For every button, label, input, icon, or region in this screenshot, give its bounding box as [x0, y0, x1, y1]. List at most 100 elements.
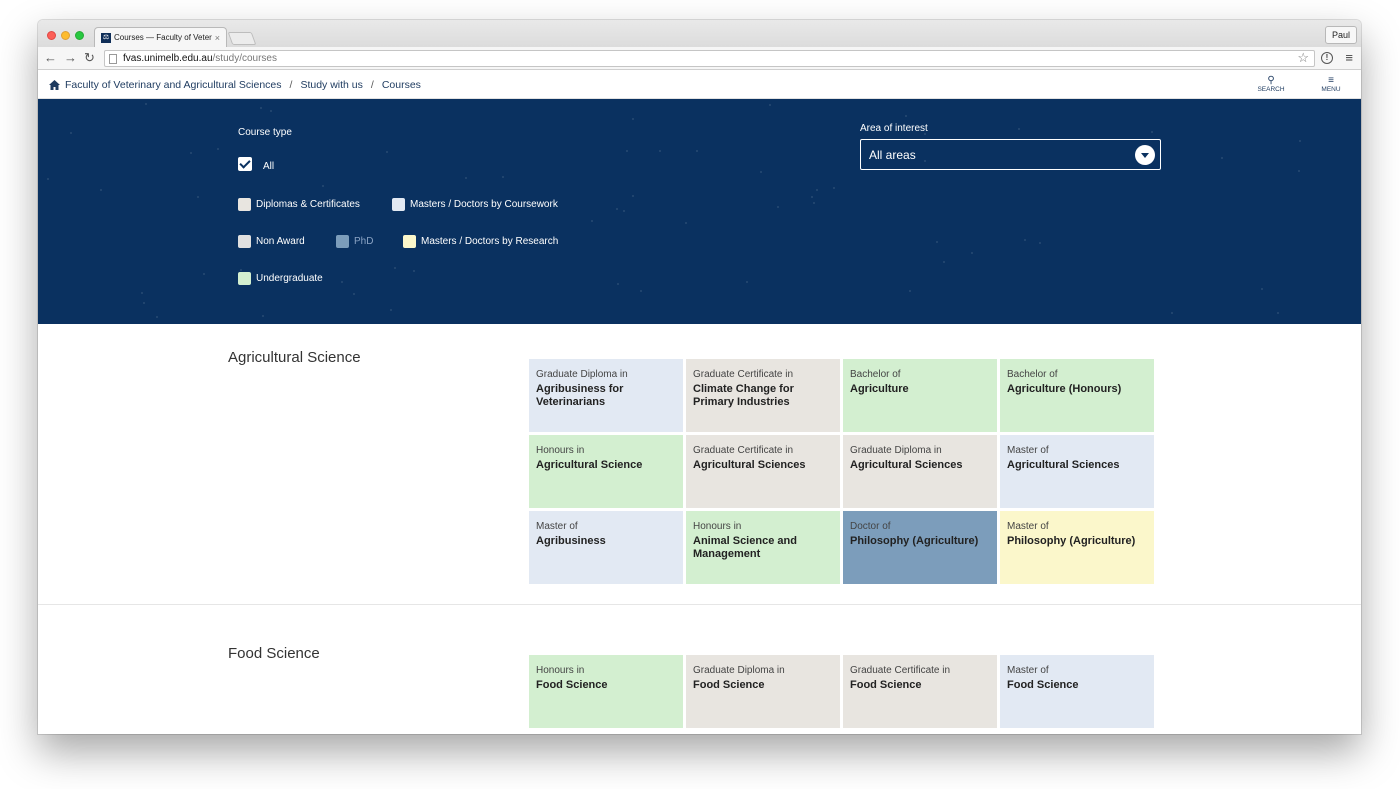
course-card[interactable]: Honours in Agricultural Science [529, 435, 683, 508]
back-icon[interactable]: ← [44, 50, 57, 66]
course-name: Animal Science and Management [693, 535, 797, 560]
decorative-dot [341, 281, 343, 283]
course-card[interactable]: Graduate Certificate in Agricultural Scie… [686, 435, 840, 508]
decorative-dot [1277, 312, 1279, 314]
area-of-interest-label: Area of interest [860, 123, 928, 134]
course-card[interactable]: Honours in Animal Science and Management [686, 511, 840, 584]
close-window-button[interactable] [47, 31, 56, 40]
course-card[interactable]: Honours in Food Science [529, 655, 683, 728]
decorative-dot [145, 103, 147, 105]
course-card[interactable]: Doctor of Philosophy (Agriculture) [843, 511, 997, 584]
chrome-menu-icon[interactable]: ≡ [1345, 49, 1353, 67]
course-card[interactable]: Graduate Certificate in Climate Change fo… [686, 359, 840, 432]
course-card[interactable]: Bachelor of Agriculture (Honours) [1000, 359, 1154, 432]
breadcrumb-courses[interactable]: Courses [382, 79, 421, 91]
decorative-dot [1299, 140, 1301, 142]
page-icon [109, 53, 117, 64]
star-icon[interactable]: ☆ [1297, 50, 1309, 66]
decorative-dot [203, 273, 205, 275]
decorative-dot [413, 270, 415, 272]
course-type-label: Course type [238, 127, 292, 138]
info-icon[interactable]: ! [1321, 52, 1333, 64]
decorative-dot [924, 160, 926, 162]
course-card[interactable]: Graduate Diploma in Agribusiness for Vete… [529, 359, 683, 432]
checkbox-diplomas[interactable] [238, 198, 251, 211]
checkbox-masters-coursework[interactable] [392, 198, 405, 211]
checkbox-checked-icon[interactable] [238, 156, 252, 171]
filter-panel: Course type All Diplomas & Certificates … [38, 99, 1361, 324]
profile-button[interactable]: Paul [1324, 26, 1357, 44]
decorative-dot [70, 132, 72, 134]
new-tab-button[interactable] [227, 32, 257, 45]
filter-all[interactable]: All [238, 155, 274, 172]
course-name: Philosophy (Agriculture) [1007, 535, 1136, 547]
course-card[interactable]: Graduate Diploma in Food Science [686, 655, 840, 728]
course-prefix: Master of [1007, 665, 1049, 676]
decorative-dot [156, 316, 158, 318]
course-card[interactable]: Master of Agribusiness [529, 511, 683, 584]
course-card[interactable]: Graduate Certificate in Food Science [843, 655, 997, 728]
course-name: Agricultural Sciences [1007, 459, 1120, 471]
course-prefix: Graduate Diploma in [536, 369, 628, 380]
checkbox-non-award[interactable] [238, 235, 251, 248]
checkbox-undergraduate[interactable] [238, 272, 251, 285]
filter-non-award[interactable]: Non Award [238, 235, 305, 248]
filter-diplomas[interactable]: Diplomas & Certificates [238, 198, 360, 211]
section-title-agricultural-science: Agricultural Science [228, 349, 361, 366]
reload-icon[interactable]: ↻ [84, 50, 95, 66]
decorative-dot [816, 189, 818, 191]
menu-icon: ≡ [1328, 75, 1334, 86]
course-prefix: Master of [536, 521, 578, 532]
filter-phd[interactable]: PhD [336, 235, 373, 248]
search-button[interactable]: ⚲ SEARCH [1251, 75, 1291, 93]
decorative-dot [1024, 239, 1026, 241]
course-name: Agricultural Sciences [693, 459, 806, 471]
decorative-dot [1261, 288, 1263, 290]
course-prefix: Graduate Diploma in [850, 445, 942, 456]
chevron-down-icon[interactable] [1135, 145, 1155, 165]
decorative-dot [616, 208, 618, 210]
menu-label: MENU [1321, 86, 1341, 93]
home-icon[interactable] [49, 80, 60, 90]
maximize-window-button[interactable] [75, 31, 84, 40]
checkbox-phd[interactable] [336, 235, 349, 248]
decorative-dot [777, 206, 779, 208]
decorative-dot [190, 152, 192, 154]
unimelb-favicon-icon: ⚖ [101, 32, 111, 43]
filter-masters-research[interactable]: Masters / Doctors by Research [403, 235, 558, 248]
decorative-dot [813, 202, 815, 204]
forward-icon[interactable]: → [64, 50, 77, 66]
area-select-value: All areas [869, 147, 916, 162]
minimize-window-button[interactable] [61, 31, 70, 40]
course-card[interactable]: Master of Agricultural Sciences [1000, 435, 1154, 508]
filter-label: Masters / Doctors by Coursework [410, 199, 558, 210]
course-name: Agriculture (Honours) [1007, 383, 1122, 395]
course-card[interactable]: Bachelor of Agriculture [843, 359, 997, 432]
tab-close-icon[interactable]: × [215, 33, 220, 43]
filter-label: Undergraduate [256, 273, 323, 284]
decorative-dot [1298, 170, 1300, 172]
tab-strip: ⚖ Courses — Faculty of Veterinary × Paul [38, 20, 1361, 47]
breadcrumb-faculty[interactable]: Faculty of Veterinary and Agricultural S… [65, 79, 282, 91]
breadcrumb-study[interactable]: Study with us [300, 79, 362, 91]
search-icon: ⚲ [1267, 75, 1275, 86]
browser-tab[interactable]: ⚖ Courses — Faculty of Veterinary × [94, 27, 227, 47]
decorative-dot [465, 177, 467, 179]
filter-masters-coursework[interactable]: Masters / Doctors by Coursework [392, 198, 558, 211]
course-card[interactable]: Master of Food Science [1000, 655, 1154, 728]
menu-button[interactable]: ≡ MENU [1311, 75, 1351, 93]
decorative-dot [270, 110, 272, 112]
course-name: Agribusiness [536, 535, 606, 547]
browser-window: ⚖ Courses — Faculty of Veterinary × Paul… [38, 20, 1361, 734]
filter-undergraduate[interactable]: Undergraduate [238, 272, 323, 285]
decorative-dot [1171, 312, 1173, 314]
course-prefix: Honours in [536, 665, 585, 676]
course-name: Food Science [850, 679, 922, 691]
decorative-dot [924, 133, 926, 135]
area-of-interest-select[interactable]: All areas [860, 139, 1161, 170]
address-bar[interactable]: fvas.unimelb.edu.au/study/courses [104, 50, 1315, 67]
course-card[interactable]: Graduate Diploma in Agricultural Sciences [843, 435, 997, 508]
checkbox-masters-research[interactable] [403, 235, 416, 248]
decorative-dot [386, 151, 388, 153]
course-card[interactable]: Master of Philosophy (Agriculture) [1000, 511, 1154, 584]
